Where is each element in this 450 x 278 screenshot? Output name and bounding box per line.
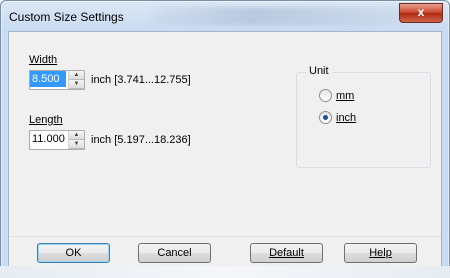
ok-button[interactable]: OK (37, 243, 110, 263)
title-bar[interactable]: Custom Size Settings x (1, 1, 449, 31)
width-spinner[interactable]: ▲ ▼ (68, 71, 84, 89)
width-spin-field[interactable]: ▲ ▼ (29, 70, 85, 90)
close-button[interactable]: x (399, 3, 443, 23)
unit-mm-label[interactable]: mm (336, 90, 354, 102)
unit-mm-radio[interactable] (319, 89, 332, 102)
width-input[interactable] (30, 71, 66, 87)
window-title: Custom Size Settings (9, 10, 124, 24)
divider (9, 236, 441, 237)
length-label: Length (29, 114, 63, 126)
unit-inch-radio[interactable] (319, 111, 332, 124)
default-button-label: Default (269, 247, 304, 259)
length-input[interactable] (30, 131, 68, 147)
unit-inch-label-text: inch (336, 112, 357, 124)
length-spin-field[interactable]: ▲ ▼ (29, 130, 85, 150)
length-spinner[interactable]: ▲ ▼ (68, 131, 84, 149)
taskbar-edge (0, 266, 450, 278)
unit-mm-label-text: mm (336, 90, 355, 102)
length-label-text: Length (29, 114, 63, 126)
unit-groupbox (296, 72, 431, 168)
help-button[interactable]: Help (344, 243, 417, 263)
unit-group-title: Unit (306, 65, 332, 77)
width-up-arrow-icon[interactable]: ▲ (69, 71, 84, 80)
width-label-text: Width (29, 54, 58, 66)
dialog-window: Custom Size Settings x Width ▲ ▼ inch [3… (0, 0, 450, 272)
title-bar-background (151, 7, 401, 25)
close-icon: x (417, 5, 425, 19)
width-down-arrow-icon[interactable]: ▼ (69, 80, 84, 89)
length-range-label: inch [5.197...18.236] (91, 134, 191, 146)
width-range-label: inch [3.741...12.755] (91, 74, 191, 86)
default-button[interactable]: Default (250, 243, 323, 263)
help-button-label: Help (369, 247, 392, 259)
cancel-button[interactable]: Cancel (138, 243, 211, 263)
length-up-arrow-icon[interactable]: ▲ (69, 131, 84, 140)
width-label: Width (29, 54, 57, 66)
dialog-client-area: Width ▲ ▼ inch [3.741...12.755] Length ▲… (8, 31, 442, 267)
unit-inch-label[interactable]: inch (336, 112, 356, 124)
length-down-arrow-icon[interactable]: ▼ (69, 140, 84, 149)
